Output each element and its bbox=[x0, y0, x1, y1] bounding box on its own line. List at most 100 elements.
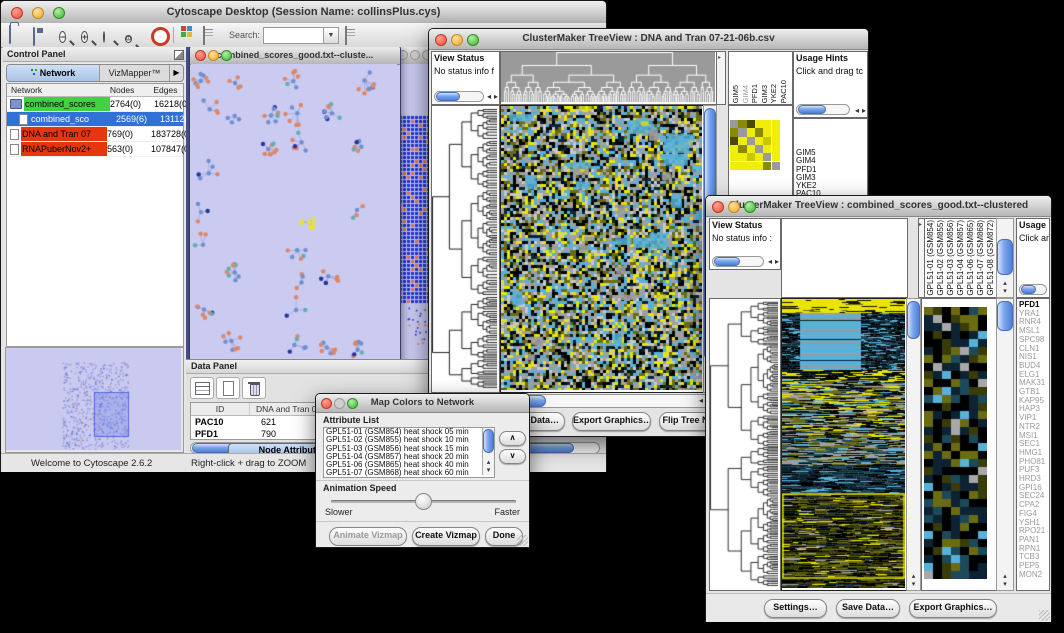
matrix-cell[interactable] bbox=[763, 145, 771, 153]
network-list-row[interactable]: combined_scores2764(0)16218(0) bbox=[7, 97, 183, 112]
matrix-cell[interactable] bbox=[730, 137, 738, 145]
scroll-left-icon[interactable]: ◂ bbox=[855, 105, 859, 117]
row-dendrogram[interactable] bbox=[431, 105, 500, 393]
matrix-cell[interactable] bbox=[772, 153, 780, 161]
heatmap-vscrollbar[interactable]: ▴ ▾ bbox=[906, 298, 921, 591]
export-graphics-button[interactable]: Export Graphics… bbox=[909, 599, 997, 618]
matrix-cell[interactable] bbox=[747, 145, 755, 153]
scroll-right-icon[interactable]: ▸ bbox=[494, 91, 498, 103]
scroll-left-icon[interactable]: ◂ bbox=[487, 91, 491, 103]
attribute-list-vscrollbar[interactable]: ▴ ▾ bbox=[482, 428, 494, 475]
matrix-cell[interactable] bbox=[730, 162, 738, 170]
matrix-cell[interactable] bbox=[763, 162, 771, 170]
resize-grip[interactable] bbox=[1039, 610, 1050, 621]
minimize-icon[interactable] bbox=[334, 398, 345, 409]
attribute-list[interactable]: GPL51-01 (GSM854) heat shock 05 minGPL51… bbox=[323, 427, 495, 478]
matrix-cell[interactable] bbox=[730, 153, 738, 161]
matrix-cell[interactable] bbox=[738, 153, 746, 161]
view-status-scrollbar[interactable] bbox=[434, 91, 484, 102]
minimize-icon[interactable] bbox=[451, 34, 463, 46]
scroll-down-icon[interactable]: ▾ bbox=[997, 288, 1013, 296]
heatmap-hscrollbar[interactable]: ◂ ▸ bbox=[501, 394, 713, 408]
network-canvas[interactable] bbox=[191, 64, 397, 360]
trash-icon[interactable] bbox=[242, 377, 266, 399]
tab-vizmapper[interactable]: VizMapper™ bbox=[100, 65, 169, 81]
move-down-button[interactable]: ∨ bbox=[499, 449, 526, 464]
correlation-matrix[interactable] bbox=[730, 120, 780, 170]
expand-right-icon[interactable]: ▸ bbox=[919, 221, 922, 228]
scroll-left-icon[interactable]: ◂ bbox=[768, 256, 772, 268]
close-icon[interactable] bbox=[11, 7, 23, 19]
speed-slider-thumb[interactable] bbox=[415, 493, 432, 510]
birdseye-view[interactable] bbox=[5, 347, 184, 453]
matrix-cell[interactable] bbox=[738, 120, 746, 128]
column-dendrogram[interactable] bbox=[781, 218, 908, 298]
scroll-up-icon[interactable]: ▴ bbox=[483, 459, 494, 467]
matrix-cell[interactable] bbox=[772, 162, 780, 170]
matrix-cell[interactable] bbox=[755, 128, 763, 136]
matrix-cell[interactable] bbox=[772, 120, 780, 128]
column-dendrogram[interactable] bbox=[500, 51, 718, 105]
scroll-left-icon[interactable]: ◂ bbox=[699, 395, 703, 407]
matrix-cell[interactable] bbox=[772, 145, 780, 153]
matrix-cell[interactable] bbox=[730, 120, 738, 128]
network-list-row[interactable]: DNA and Tran 07769(0)183728(0) bbox=[7, 127, 183, 142]
matrix-cell[interactable] bbox=[772, 137, 780, 145]
save-icon[interactable] bbox=[33, 26, 51, 42]
scroll-up-icon[interactable]: ▴ bbox=[907, 573, 920, 581]
matrix-cell[interactable] bbox=[755, 145, 763, 153]
matrix-cell[interactable] bbox=[763, 128, 771, 136]
close-icon[interactable] bbox=[435, 34, 447, 46]
close-icon[interactable] bbox=[712, 201, 724, 213]
matrix-cell[interactable] bbox=[763, 120, 771, 128]
vizmapper-icon[interactable] bbox=[181, 26, 199, 42]
zoom-vscrollbar[interactable]: ▴ ▾ bbox=[996, 298, 1014, 591]
minimize-icon[interactable] bbox=[208, 50, 219, 61]
resize-grip[interactable] bbox=[517, 535, 528, 546]
network-list-row[interactable]: combined_sco2569(6)13112(15) bbox=[7, 112, 183, 127]
scroll-down-icon[interactable]: ▾ bbox=[907, 581, 920, 589]
view-status-scrollbar[interactable] bbox=[712, 256, 764, 267]
animate-vizmap-button[interactable]: Animate Vizmap bbox=[329, 527, 407, 546]
matrix-cell[interactable] bbox=[755, 120, 763, 128]
treeview2-title-bar[interactable]: ClusterMaker TreeView : combined_scores_… bbox=[706, 196, 1051, 217]
settings-button[interactable]: Settings… bbox=[764, 599, 827, 618]
matrix-cell[interactable] bbox=[738, 128, 746, 136]
table-icon[interactable] bbox=[190, 377, 214, 399]
matrix-cell[interactable] bbox=[747, 128, 755, 136]
zoom-window-icon[interactable] bbox=[53, 7, 65, 19]
close-icon[interactable] bbox=[195, 50, 206, 61]
scroll-right-icon[interactable]: ▸ bbox=[775, 256, 779, 268]
attribute-list-item[interactable]: GPL51-07 (GSM868) heat shock 60 min bbox=[324, 469, 494, 477]
open-folder-icon[interactable] bbox=[9, 26, 27, 42]
global-heatmap[interactable] bbox=[500, 105, 705, 393]
edit-doc-icon[interactable] bbox=[345, 26, 363, 42]
matrix-cell[interactable] bbox=[730, 145, 738, 153]
matrix-cell[interactable] bbox=[747, 162, 755, 170]
scroll-right-icon[interactable]: ▸ bbox=[862, 105, 866, 117]
scroll-up-icon[interactable]: ▴ bbox=[997, 280, 1013, 288]
zoom-out-icon[interactable]: − bbox=[59, 26, 77, 42]
scroll-down-icon[interactable]: ▾ bbox=[997, 581, 1013, 589]
network-window[interactable]: combined_scores_good.txt--cluste... bbox=[189, 47, 401, 365]
zoom-heatmap-panel[interactable] bbox=[921, 298, 998, 591]
matrix-cell[interactable] bbox=[738, 145, 746, 153]
matrix-cell[interactable] bbox=[763, 153, 771, 161]
tree-splitter[interactable]: ▸ bbox=[716, 51, 726, 105]
minimize-icon[interactable] bbox=[32, 7, 44, 19]
minimize-icon[interactable] bbox=[410, 50, 420, 60]
matrix-cell[interactable] bbox=[763, 137, 771, 145]
new-doc-icon[interactable] bbox=[216, 377, 240, 399]
network-list-row[interactable]: RNAPuberNov2+563(0)107847(0) bbox=[7, 142, 183, 157]
zoom-window-icon[interactable] bbox=[221, 50, 232, 61]
matrix-cell[interactable] bbox=[772, 128, 780, 136]
tab-network[interactable]: Network bbox=[7, 65, 100, 81]
matrix-cell[interactable] bbox=[747, 153, 755, 161]
matrix-cell[interactable] bbox=[747, 137, 755, 145]
zoom-window-icon[interactable] bbox=[347, 398, 358, 409]
treeview1-title-bar[interactable]: ClusterMaker TreeView : DNA and Tran 07-… bbox=[429, 29, 868, 50]
zoom-in-icon[interactable]: + bbox=[81, 26, 99, 42]
zoom-fit-icon[interactable]: ⊡ bbox=[125, 26, 143, 42]
scroll-down-icon[interactable]: ▾ bbox=[483, 467, 494, 475]
matrix-cell[interactable] bbox=[747, 120, 755, 128]
